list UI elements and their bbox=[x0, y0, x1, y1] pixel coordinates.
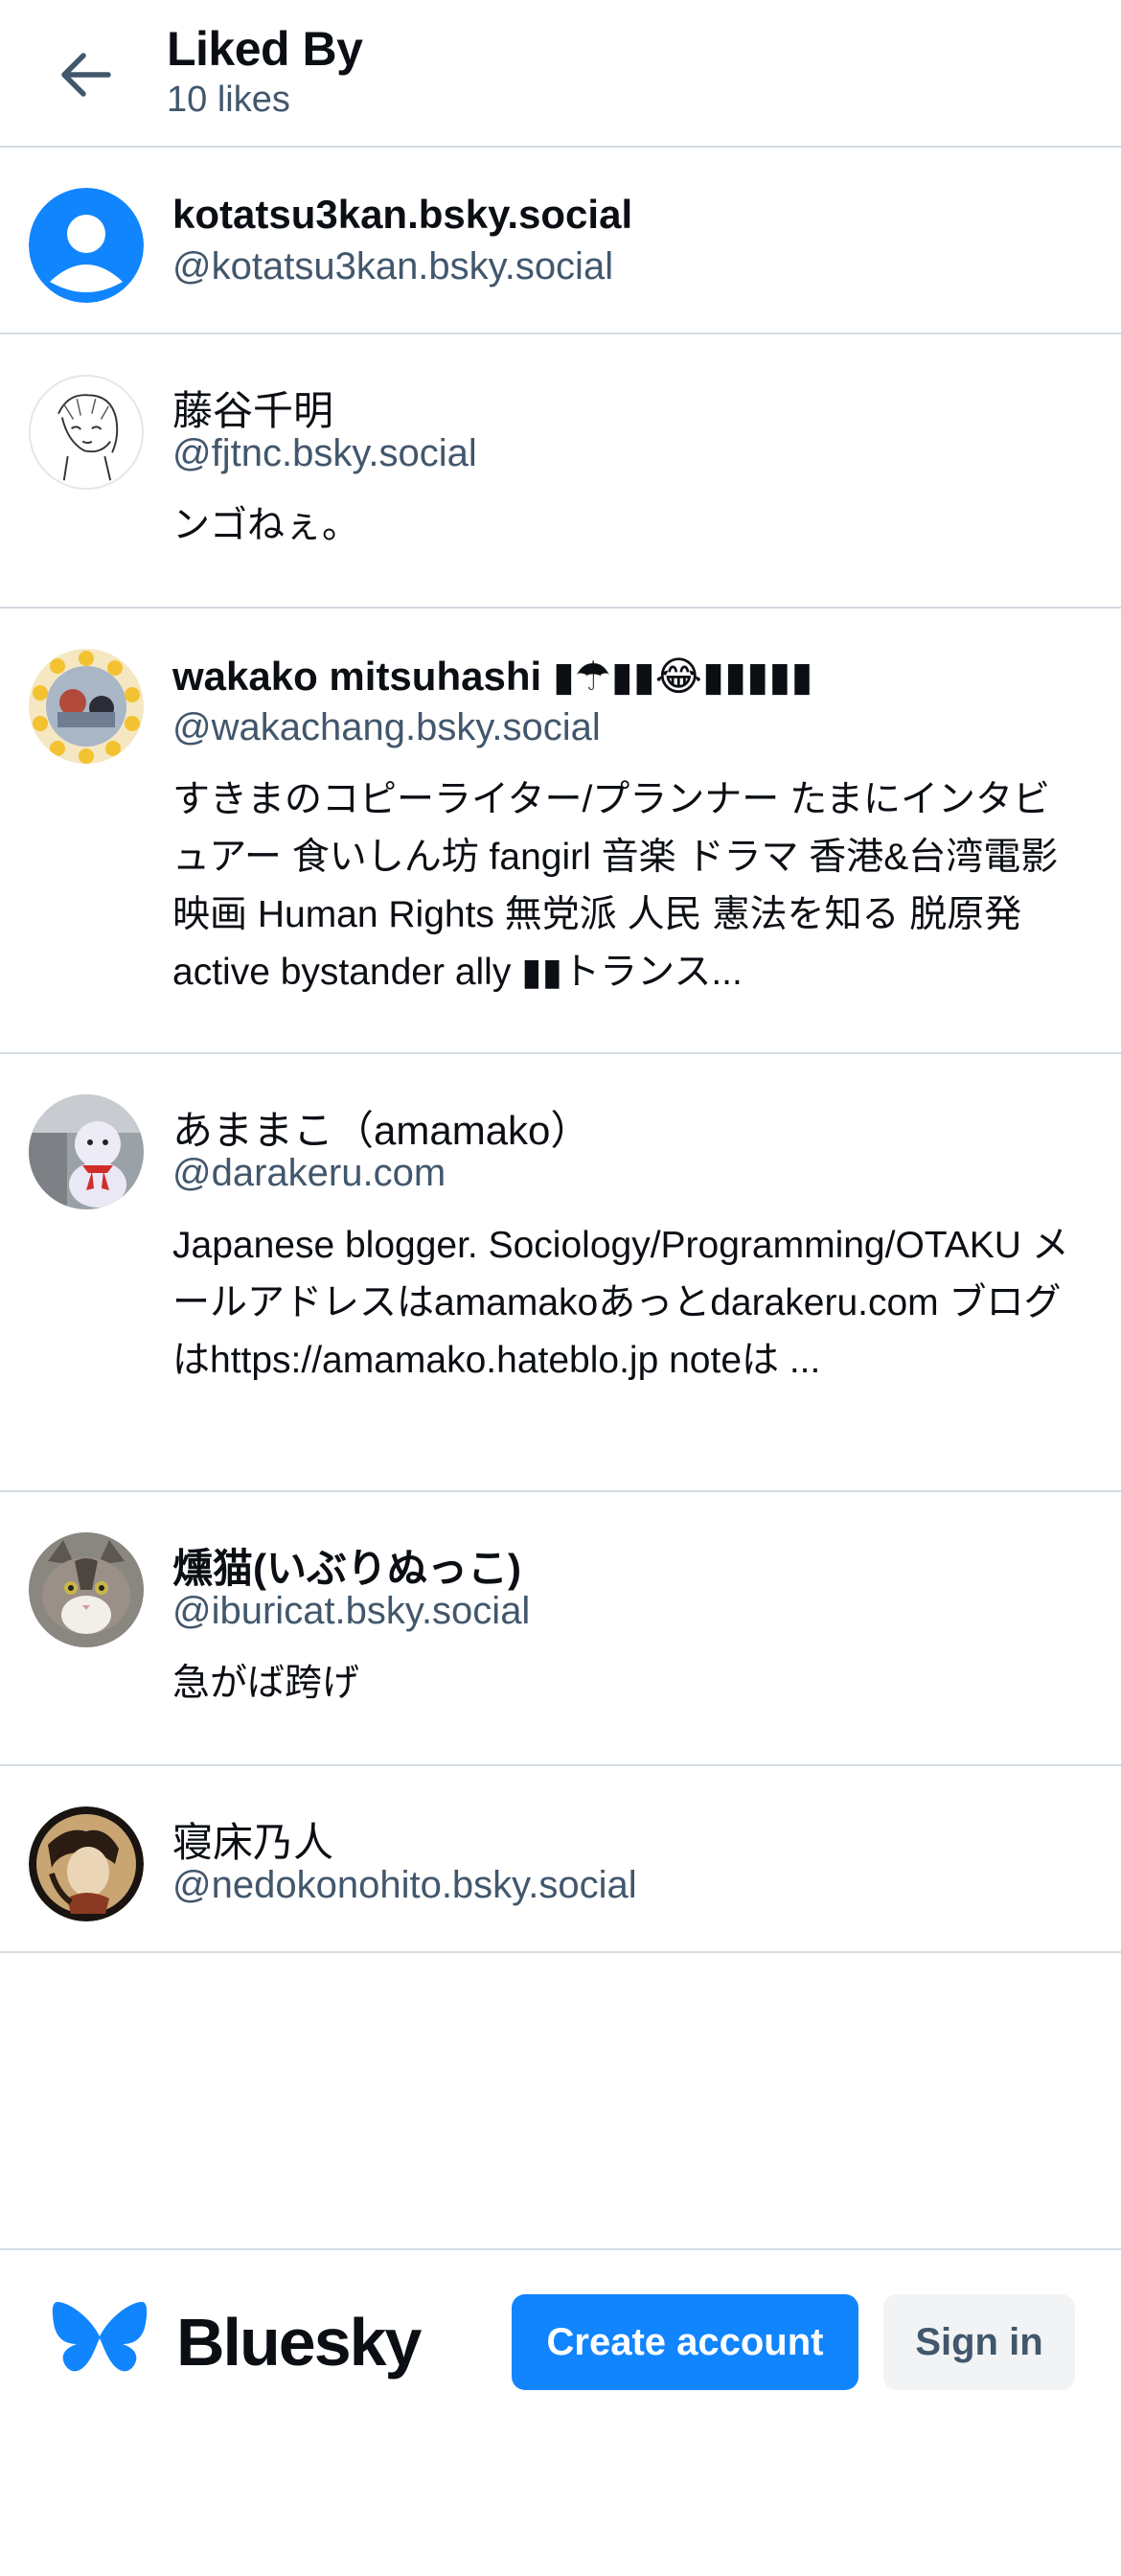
avatar bbox=[29, 1806, 144, 1921]
arrow-left-icon bbox=[61, 53, 111, 97]
create-account-button[interactable]: Create account bbox=[512, 2294, 858, 2390]
user-display-name: wakako mitsuhashi ▮☂▮▮😂▮▮▮▮▮ bbox=[172, 654, 813, 699]
signup-footer: Bluesky Create account Sign in bbox=[0, 2248, 1121, 2576]
flower-wreath-image bbox=[29, 649, 144, 764]
user-handle: @kotatsu3kan.bsky.social bbox=[172, 245, 614, 288]
brand-wordmark: Bluesky bbox=[176, 2305, 422, 2380]
list-item[interactable]: wakako mitsuhashi ▮☂▮▮😂▮▮▮▮▮ @wakachang.… bbox=[0, 609, 1121, 1054]
user-bio: 急がば跨げ bbox=[172, 1663, 360, 1704]
list-item[interactable]: 藤谷千明 @fjtnc.bsky.social ンゴねぇ。 bbox=[0, 334, 1121, 609]
list-item[interactable]: 寝床乃人 @nedokonohito.bsky.social bbox=[0, 1766, 1121, 1953]
avatar bbox=[29, 649, 144, 764]
avatar bbox=[29, 375, 144, 490]
user-display-name: 寝床乃人 bbox=[172, 1820, 334, 1865]
user-bio: Japanese blogger. Sociology/Programming/… bbox=[172, 1225, 1069, 1381]
sign-in-button[interactable]: Sign in bbox=[883, 2294, 1075, 2390]
default-avatar-icon bbox=[29, 188, 144, 303]
page-header: Liked By 10 likes bbox=[0, 0, 1121, 148]
avatar bbox=[29, 188, 144, 303]
user-handle: @wakachang.bsky.social bbox=[172, 706, 601, 748]
cat-photo-image bbox=[29, 1532, 144, 1647]
likes-count: 10 likes bbox=[167, 80, 290, 120]
liked-by-list: kotatsu3kan.bsky.social @kotatsu3kan.bsk… bbox=[0, 148, 1121, 1953]
user-display-name: kotatsu3kan.bsky.social bbox=[172, 192, 633, 237]
user-display-name: 燻猫(いぶりぬっこ) bbox=[172, 1546, 521, 1591]
list-item[interactable]: あままこ（amamako） @darakeru.com Japanese blo… bbox=[0, 1054, 1121, 1492]
list-item[interactable]: kotatsu3kan.bsky.social @kotatsu3kan.bsk… bbox=[0, 148, 1121, 334]
user-handle: @iburicat.bsky.social bbox=[172, 1590, 531, 1632]
page-title: Liked By bbox=[167, 22, 363, 76]
avatar bbox=[29, 1094, 144, 1209]
user-display-name: あままこ（amamako） bbox=[172, 1108, 591, 1153]
sketch-portrait-image bbox=[31, 377, 142, 488]
user-display-name: 藤谷千明 bbox=[172, 388, 334, 433]
butterfly-logo-icon bbox=[52, 2302, 148, 2372]
list-item[interactable]: 燻猫(いぶりぬっこ) @iburicat.bsky.social 急がば跨げ bbox=[0, 1492, 1121, 1766]
back-button[interactable] bbox=[52, 44, 119, 105]
user-handle: @fjtnc.bsky.social bbox=[172, 432, 477, 474]
user-bio: すきまのコピーライター/プランナー たまにインタビュアー 食いしん坊 fangi… bbox=[172, 779, 1059, 993]
user-bio: ンゴねぇ。 bbox=[172, 505, 360, 546]
user-handle: @darakeru.com bbox=[172, 1152, 446, 1194]
snowman-photo-image bbox=[29, 1094, 144, 1209]
ukiyoe-portrait-image bbox=[29, 1806, 144, 1921]
user-handle: @nedokonohito.bsky.social bbox=[172, 1864, 637, 1906]
avatar bbox=[29, 1532, 144, 1647]
